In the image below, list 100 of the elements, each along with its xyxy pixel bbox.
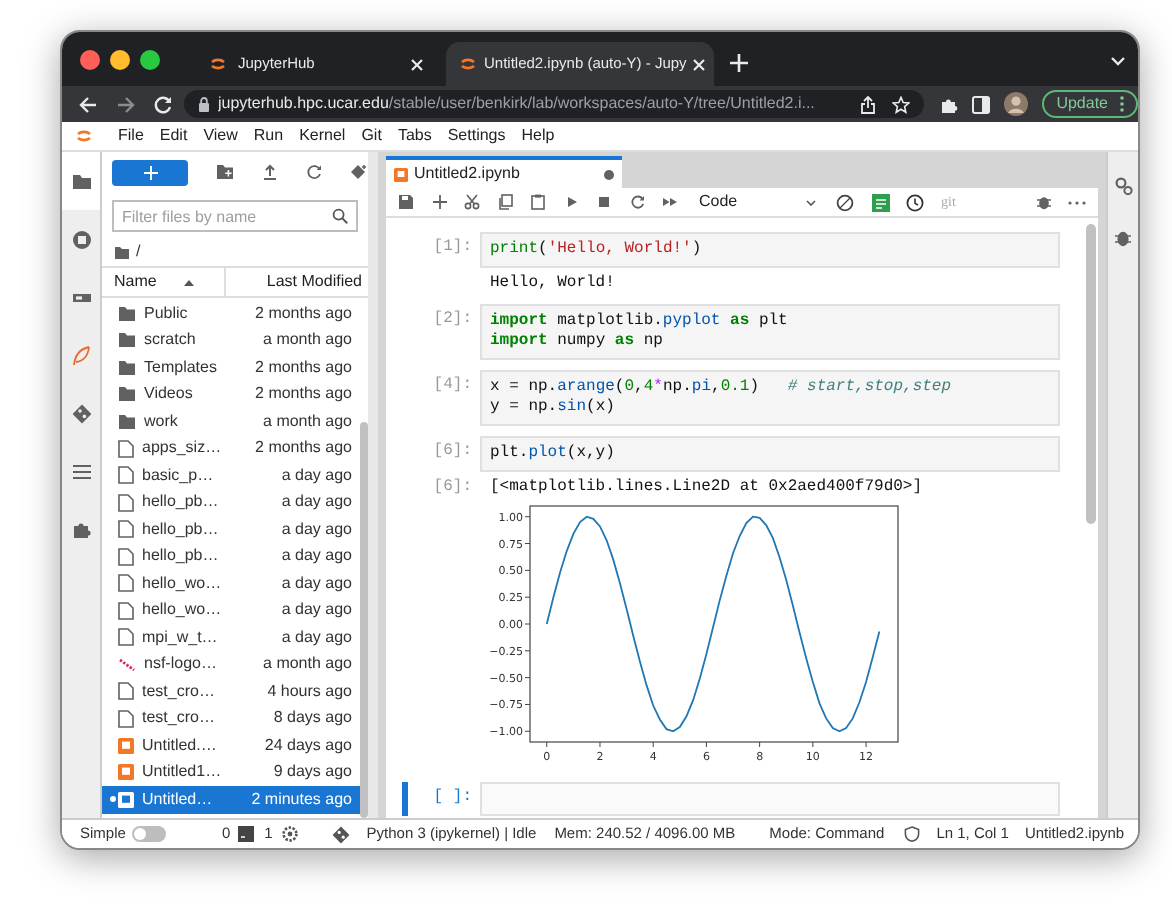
- more-icon[interactable]: [1068, 199, 1086, 205]
- simple-mode-toggle[interactable]: [131, 826, 166, 842]
- bug-icon[interactable]: [1035, 194, 1051, 210]
- forward-icon[interactable]: [116, 95, 136, 113]
- cell-prompt: [4]:: [431, 374, 474, 396]
- file-row[interactable]: test_cro… 8 days ago: [102, 705, 360, 732]
- code-cell[interactable]: import matplotlib.pyplot as plt import numpy as np: [480, 304, 1060, 360]
- notebook-tab[interactable]: Untitled2.ipynb: [386, 156, 622, 188]
- upload-icon[interactable]: [262, 164, 278, 180]
- folder-icon[interactable]: [71, 171, 91, 191]
- file-row[interactable]: hello_pb… a day ago: [102, 489, 360, 516]
- code-cell[interactable]: [480, 782, 1060, 816]
- file-row[interactable]: Untitled.… 24 days ago: [102, 732, 360, 759]
- menu-item[interactable]: Run: [245, 124, 292, 148]
- gears-icon[interactable]: [1113, 176, 1133, 196]
- add-cell-icon[interactable]: [431, 194, 447, 210]
- file-row[interactable]: hello_wo… a day ago: [102, 597, 360, 624]
- menu-item[interactable]: Kernel: [291, 124, 354, 148]
- jupyter-logo-icon[interactable]: [74, 126, 94, 146]
- file-row[interactable]: apps_siz… 2 months ago: [102, 435, 360, 462]
- menu-item[interactable]: Settings: [439, 124, 514, 148]
- menu-item[interactable]: Help: [513, 124, 563, 148]
- restart-icon[interactable]: [629, 194, 645, 210]
- git-clone-icon[interactable]: [350, 164, 368, 180]
- extension-icon[interactable]: [71, 519, 91, 539]
- run-icon[interactable]: [563, 194, 579, 210]
- shield-icon[interactable]: [904, 826, 921, 842]
- close-button[interactable]: [80, 49, 100, 69]
- back-icon[interactable]: [78, 95, 98, 113]
- close-icon[interactable]: [692, 57, 707, 71]
- avatar[interactable]: [1004, 92, 1029, 116]
- close-icon[interactable]: [410, 57, 424, 71]
- share-icon[interactable]: [860, 95, 877, 113]
- column-header[interactable]: Last Modified: [226, 270, 368, 294]
- git-icon[interactable]: [71, 403, 91, 423]
- git-icon[interactable]: [332, 825, 351, 843]
- maximize-button[interactable]: [140, 49, 160, 69]
- menu-item[interactable]: View: [195, 124, 246, 148]
- reload-icon[interactable]: [154, 95, 172, 113]
- puzzle-icon[interactable]: [940, 95, 959, 113]
- update-button[interactable]: Update: [1042, 90, 1138, 118]
- terminal-icon[interactable]: [238, 826, 255, 842]
- sidebar-icon[interactable]: [972, 95, 991, 113]
- scrollbar-thumb[interactable]: [1086, 224, 1096, 524]
- column-header[interactable]: Name: [102, 268, 226, 296]
- table-icon[interactable]: [871, 193, 889, 211]
- file-modified: a month ago: [263, 409, 352, 434]
- breadcrumb-path[interactable]: /: [136, 240, 141, 264]
- file-row[interactable]: work a month ago: [102, 408, 360, 435]
- file-modified: 8 days ago: [273, 706, 352, 731]
- code-line: print('Hello, World!'): [490, 240, 704, 260]
- file-row[interactable]: basic_p… a day ago: [102, 462, 360, 489]
- file-row[interactable]: mpi_w_t… a day ago: [102, 624, 360, 651]
- file-row[interactable]: hello_pb… a day ago: [102, 543, 360, 570]
- cut-icon[interactable]: [464, 194, 480, 210]
- file-modified: a day ago: [281, 571, 352, 596]
- output-text: Hello, World!: [488, 274, 615, 294]
- stop-icon[interactable]: [71, 229, 91, 249]
- file-row[interactable]: Untitled… 2 minutes ago: [102, 786, 360, 813]
- file-row[interactable]: Public 2 months ago: [102, 300, 360, 327]
- file-row[interactable]: Videos 2 months ago: [102, 381, 360, 408]
- file-row[interactable]: hello_pb… a day ago: [102, 516, 360, 543]
- star-icon[interactable]: [892, 95, 911, 113]
- file-row[interactable]: hello_wo… a day ago: [102, 570, 360, 597]
- file-row[interactable]: test_cro… 4 hours ago: [102, 678, 360, 705]
- feather-icon[interactable]: [71, 345, 91, 365]
- bug-icon[interactable]: [1114, 228, 1132, 248]
- new-folder-icon[interactable]: [216, 164, 234, 180]
- code-cell[interactable]: x = np.arange(0,4*np.pi,0.1) # start,stop,step y = np.sin(x): [480, 370, 1060, 426]
- stop-icon[interactable]: [596, 194, 612, 210]
- new-launcher-button[interactable]: [112, 159, 188, 185]
- list-icon[interactable]: [71, 461, 91, 481]
- chevron-down-icon[interactable]: [1110, 56, 1126, 66]
- kernel-idle-icon[interactable]: [836, 193, 854, 211]
- new-tab-icon[interactable]: [730, 54, 748, 72]
- menu-item[interactable]: File: [110, 124, 152, 148]
- file-row[interactable]: Untitled1… 9 days ago: [102, 759, 360, 786]
- cell-type-select[interactable]: Code: [695, 190, 819, 214]
- address-field[interactable]: jupyterhub.hpc.ucar.edu/stable/user/benkirk/lab/workspaces/auto-Y/tree/Untitled2.i...: [184, 90, 925, 118]
- menu-item[interactable]: Tabs: [389, 124, 440, 148]
- file-modified: a day ago: [281, 517, 352, 542]
- menu-item[interactable]: Edit: [151, 124, 196, 148]
- file-row[interactable]: nsf-logo… a month ago: [102, 651, 360, 678]
- fast-forward-icon[interactable]: [662, 194, 678, 210]
- file-row[interactable]: scratch a month ago: [102, 327, 360, 354]
- paste-icon[interactable]: [530, 194, 546, 210]
- file-name: hello_wo…: [142, 571, 224, 596]
- refresh-icon[interactable]: [306, 164, 322, 180]
- clock-icon[interactable]: [906, 193, 924, 211]
- code-cell[interactable]: print('Hello, World!'): [480, 232, 1060, 268]
- filter-field[interactable]: Filter files by name: [112, 200, 358, 232]
- file-modified: 2 months ago: [255, 301, 352, 326]
- copy-icon[interactable]: [497, 194, 513, 210]
- save-icon[interactable]: [398, 194, 414, 210]
- minimize-button[interactable]: [110, 49, 130, 69]
- file-row[interactable]: Templates 2 months ago: [102, 354, 360, 381]
- scrollbar-thumb[interactable]: [360, 422, 368, 818]
- gear-icon[interactable]: [282, 826, 299, 842]
- code-cell[interactable]: plt.plot(x,y): [480, 436, 1060, 472]
- menu-item[interactable]: Git: [353, 124, 390, 148]
